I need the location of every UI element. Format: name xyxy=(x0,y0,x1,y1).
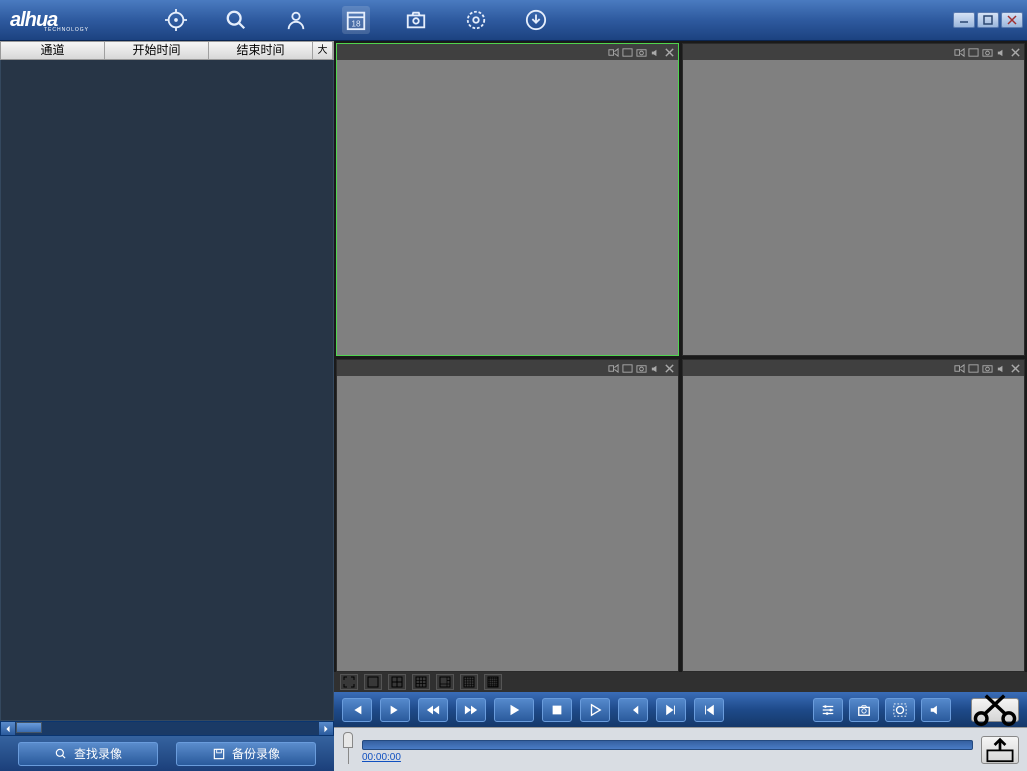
frameforward-button[interactable] xyxy=(694,698,724,722)
layout-4x4-icon[interactable] xyxy=(460,674,478,690)
cell-stream-icon[interactable] xyxy=(953,46,966,59)
fastforward-button[interactable] xyxy=(456,698,486,722)
cell-close-icon[interactable] xyxy=(1009,362,1022,375)
cell-snapshot-icon[interactable] xyxy=(635,362,648,375)
cell-audio-icon[interactable] xyxy=(995,46,1008,59)
cell-audio-icon[interactable] xyxy=(649,46,662,59)
frameback-button[interactable] xyxy=(656,698,686,722)
cell-record-icon[interactable] xyxy=(621,46,634,59)
cell-record-icon[interactable] xyxy=(621,362,634,375)
timeline: 00:00:00 xyxy=(334,727,1027,771)
cell-stream-icon[interactable] xyxy=(607,362,620,375)
timeline-marker[interactable] xyxy=(342,732,354,764)
cell-snapshot-icon[interactable] xyxy=(981,362,994,375)
slowplay-button[interactable] xyxy=(580,698,610,722)
nav-calendar-icon[interactable]: 18 xyxy=(342,6,370,34)
video-content[interactable] xyxy=(683,60,1024,355)
sidebar-header: 通道 开始时间 结束时间 大 xyxy=(0,41,334,60)
video-grid xyxy=(334,41,1027,672)
clip-button[interactable] xyxy=(971,698,1019,722)
col-start-time[interactable]: 开始时间 xyxy=(105,42,209,59)
adjust-button[interactable] xyxy=(813,698,843,722)
video-content[interactable] xyxy=(337,376,678,671)
nav-search-icon[interactable] xyxy=(222,6,250,34)
scroll-track[interactable] xyxy=(15,722,319,735)
layout-1x1-icon[interactable] xyxy=(364,674,382,690)
stop-button[interactable] xyxy=(542,698,572,722)
svg-text:18: 18 xyxy=(351,19,361,28)
cell-close-icon[interactable] xyxy=(663,46,676,59)
sidebar-buttons: 查找录像 备份录像 xyxy=(0,736,334,771)
snapshot-button[interactable] xyxy=(849,698,879,722)
playback-controls xyxy=(334,692,1027,727)
play-button[interactable] xyxy=(494,698,534,722)
window-controls xyxy=(953,12,1023,28)
cell-record-icon[interactable] xyxy=(967,362,980,375)
top-nav: 18 xyxy=(114,6,953,34)
prev-button[interactable] xyxy=(342,698,372,722)
cell-snapshot-icon[interactable] xyxy=(635,46,648,59)
cell-stream-icon[interactable] xyxy=(607,46,620,59)
video-cell-2[interactable] xyxy=(682,43,1025,356)
video-area: 00:00:00 xyxy=(334,41,1027,771)
title-bar: alhua 18 xyxy=(0,0,1027,41)
nav-download-icon[interactable] xyxy=(522,6,550,34)
zoom-button[interactable] xyxy=(885,698,915,722)
cell-toolbar xyxy=(337,360,678,376)
disk-icon xyxy=(212,747,226,761)
cell-record-icon[interactable] xyxy=(967,46,980,59)
scroll-thumb[interactable] xyxy=(16,722,42,733)
nav-target-icon[interactable] xyxy=(162,6,190,34)
timeline-track-wrap: 00:00:00 xyxy=(362,732,973,763)
video-cell-3[interactable] xyxy=(336,359,679,672)
record-list[interactable] xyxy=(0,60,334,721)
col-end-time[interactable]: 结束时间 xyxy=(209,42,313,59)
cell-toolbar xyxy=(337,44,678,60)
stepforward-button[interactable] xyxy=(618,698,648,722)
col-channel[interactable]: 通道 xyxy=(1,42,105,59)
rewind-button[interactable] xyxy=(418,698,448,722)
main-area: 通道 开始时间 结束时间 大 查找录像 备份录像 xyxy=(0,41,1027,771)
timeline-track[interactable] xyxy=(362,740,973,750)
nav-snapshot-icon[interactable] xyxy=(402,6,430,34)
scroll-left-icon[interactable] xyxy=(1,722,15,735)
video-cell-1[interactable] xyxy=(336,43,679,356)
cell-stream-icon[interactable] xyxy=(953,362,966,375)
layout-fullscreen-icon[interactable] xyxy=(340,674,358,690)
nav-location-icon[interactable] xyxy=(282,6,310,34)
col-size[interactable]: 大 xyxy=(313,42,333,59)
layout-bar xyxy=(334,672,1027,692)
next-button[interactable] xyxy=(380,698,410,722)
timeline-export-button[interactable] xyxy=(981,736,1019,764)
minimize-button[interactable] xyxy=(953,12,975,28)
cell-toolbar xyxy=(683,360,1024,376)
cell-audio-icon[interactable] xyxy=(995,362,1008,375)
sidebar: 通道 开始时间 结束时间 大 查找录像 备份录像 xyxy=(0,41,334,771)
search-record-label: 查找录像 xyxy=(74,745,122,762)
video-cell-4[interactable] xyxy=(682,359,1025,672)
layout-1big-icon[interactable] xyxy=(436,674,454,690)
close-button[interactable] xyxy=(1001,12,1023,28)
video-content[interactable] xyxy=(683,376,1024,671)
scroll-right-icon[interactable] xyxy=(319,722,333,735)
cell-audio-icon[interactable] xyxy=(649,362,662,375)
cell-toolbar xyxy=(683,44,1024,60)
cell-snapshot-icon[interactable] xyxy=(981,46,994,59)
search-icon xyxy=(54,747,68,761)
layout-3x3-icon[interactable] xyxy=(412,674,430,690)
layout-more-icon[interactable] xyxy=(484,674,502,690)
cell-close-icon[interactable] xyxy=(1009,46,1022,59)
backup-record-button[interactable]: 备份录像 xyxy=(176,742,316,766)
brand-logo: alhua xyxy=(4,9,114,32)
backup-record-label: 备份录像 xyxy=(232,745,280,762)
search-record-button[interactable]: 查找录像 xyxy=(18,742,158,766)
maximize-button[interactable] xyxy=(977,12,999,28)
sidebar-hscroll[interactable] xyxy=(0,721,334,736)
layout-2x2-icon[interactable] xyxy=(388,674,406,690)
timeline-time: 00:00:00 xyxy=(362,752,973,763)
video-content[interactable] xyxy=(337,60,678,355)
cell-close-icon[interactable] xyxy=(663,362,676,375)
volume-button[interactable] xyxy=(921,698,951,722)
nav-settings-icon[interactable] xyxy=(462,6,490,34)
